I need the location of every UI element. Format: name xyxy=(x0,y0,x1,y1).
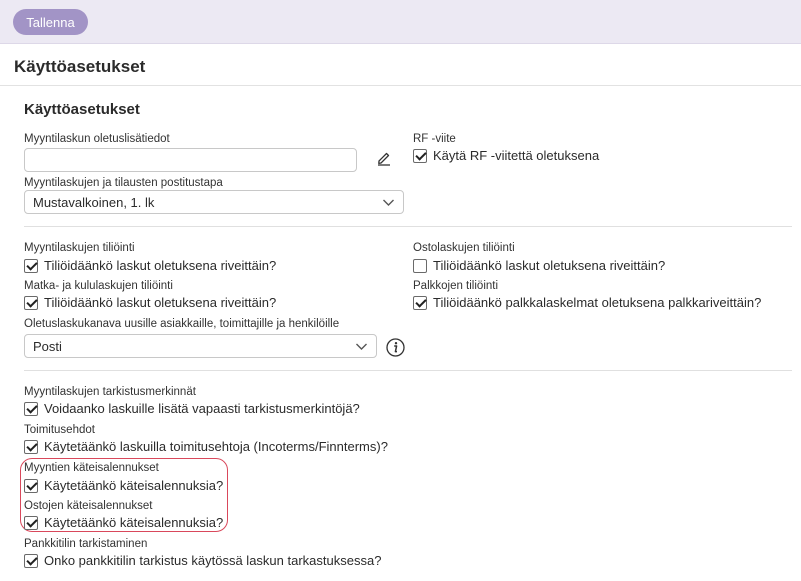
delivery-terms-checkbox-label: Käytetäänkö laskuilla toimitusehtoja (In… xyxy=(44,439,388,454)
additional-info-input[interactable] xyxy=(24,148,357,172)
purchase-accounting-checkbox-label: Tiliöidäänkö laskut oletuksena riveittäi… xyxy=(433,258,666,273)
section-title: Käyttöasetukset xyxy=(24,101,140,118)
additional-info-label: Myyntilaskun oletuslisätiedot xyxy=(24,133,170,145)
invoice-channel-label: Oletuslaskukanava uusille asiakkaille, t… xyxy=(24,318,340,330)
check-marks-checkbox[interactable] xyxy=(24,401,38,416)
postal-method-select[interactable]: Mustavalkoinen, 1. lk xyxy=(24,190,404,214)
purchase-discount-checkbox[interactable] xyxy=(24,515,38,530)
salary-accounting-checkbox-label: Tiliöidäänkö palkkalaskelmat oletuksena … xyxy=(433,295,762,310)
postal-method-label: Myyntilaskujen ja tilausten postitustapa xyxy=(24,177,223,189)
check-marks-checkbox-label: Voidaanko laskuille lisätä vapaasti tark… xyxy=(44,401,360,416)
purchase-discount-row[interactable]: Käytetäänkö käteisalennuksia? xyxy=(24,515,223,530)
travel-accounting-row[interactable]: Tiliöidäänkö laskut oletuksena riveittäi… xyxy=(24,295,276,310)
bank-check-checkbox[interactable] xyxy=(24,553,38,568)
invoice-channel-value: Posti xyxy=(33,338,62,354)
bank-check-row[interactable]: Onko pankkitilin tarkistus käytössä lask… xyxy=(24,553,381,568)
bank-check-checkbox-label: Onko pankkitilin tarkistus käytössä lask… xyxy=(44,553,382,568)
sales-discount-label: Myyntien käteisalennukset xyxy=(24,462,159,474)
purchase-accounting-row[interactable]: Tiliöidäänkö laskut oletuksena riveittäi… xyxy=(413,258,665,273)
divider xyxy=(24,370,792,371)
top-toolbar: Tallenna xyxy=(0,0,801,44)
pencil-icon[interactable] xyxy=(377,151,391,166)
purchase-discount-checkbox-label: Käytetäänkö käteisalennuksia? xyxy=(44,515,224,530)
check-marks-row[interactable]: Voidaanko laskuille lisätä vapaasti tark… xyxy=(24,401,360,416)
sales-discount-row[interactable]: Käytetäänkö käteisalennuksia? xyxy=(24,478,223,493)
purchase-accounting-label: Ostolaskujen tiliöinti xyxy=(413,242,515,254)
delivery-terms-checkbox[interactable] xyxy=(24,439,38,454)
postal-method-value: Mustavalkoinen, 1. lk xyxy=(33,194,155,210)
chevron-down-icon xyxy=(383,199,394,206)
rf-checkbox[interactable] xyxy=(413,148,427,163)
travel-accounting-checkbox[interactable] xyxy=(24,295,38,310)
rf-checkbox-row[interactable]: Käytä RF -viitettä oletuksena xyxy=(413,148,599,163)
page-title: Käyttöasetukset xyxy=(14,57,146,76)
sales-accounting-checkbox-label: Tiliöidäänkö laskut oletuksena riveittäi… xyxy=(44,258,277,273)
save-button[interactable]: Tallenna xyxy=(13,9,88,35)
delivery-terms-label: Toimitusehdot xyxy=(24,424,95,436)
purchase-accounting-checkbox[interactable] xyxy=(413,258,427,273)
delivery-terms-row[interactable]: Käytetäänkö laskuilla toimitusehtoja (In… xyxy=(24,439,388,454)
salary-accounting-checkbox[interactable] xyxy=(413,295,427,310)
travel-accounting-label: Matka- ja kululaskujen tiliöinti xyxy=(24,280,173,292)
check-marks-label: Myyntilaskujen tarkistusmerkinnät xyxy=(24,386,196,398)
chevron-down-icon xyxy=(356,343,367,350)
invoice-channel-select[interactable]: Posti xyxy=(24,334,377,358)
sales-discount-checkbox[interactable] xyxy=(24,478,38,493)
bank-check-label: Pankkitilin tarkistaminen xyxy=(24,538,148,550)
sales-accounting-checkbox[interactable] xyxy=(24,258,38,273)
purchase-discount-label: Ostojen käteisalennukset xyxy=(24,500,153,512)
sales-discount-checkbox-label: Käytetäänkö käteisalennuksia? xyxy=(44,478,224,493)
rf-checkbox-label: Käytä RF -viitettä oletuksena xyxy=(433,148,600,163)
sales-accounting-row[interactable]: Tiliöidäänkö laskut oletuksena riveittäi… xyxy=(24,258,276,273)
divider xyxy=(24,226,792,227)
travel-accounting-checkbox-label: Tiliöidäänkö laskut oletuksena riveittäi… xyxy=(44,295,277,310)
rf-label: RF -viite xyxy=(413,133,456,145)
sales-accounting-label: Myyntilaskujen tiliöinti xyxy=(24,242,135,254)
info-icon[interactable] xyxy=(386,338,405,357)
salary-accounting-row[interactable]: Tiliöidäänkö palkkalaskelmat oletuksena … xyxy=(413,295,761,310)
divider xyxy=(0,85,801,86)
salary-accounting-label: Palkkojen tiliöinti xyxy=(413,280,499,292)
